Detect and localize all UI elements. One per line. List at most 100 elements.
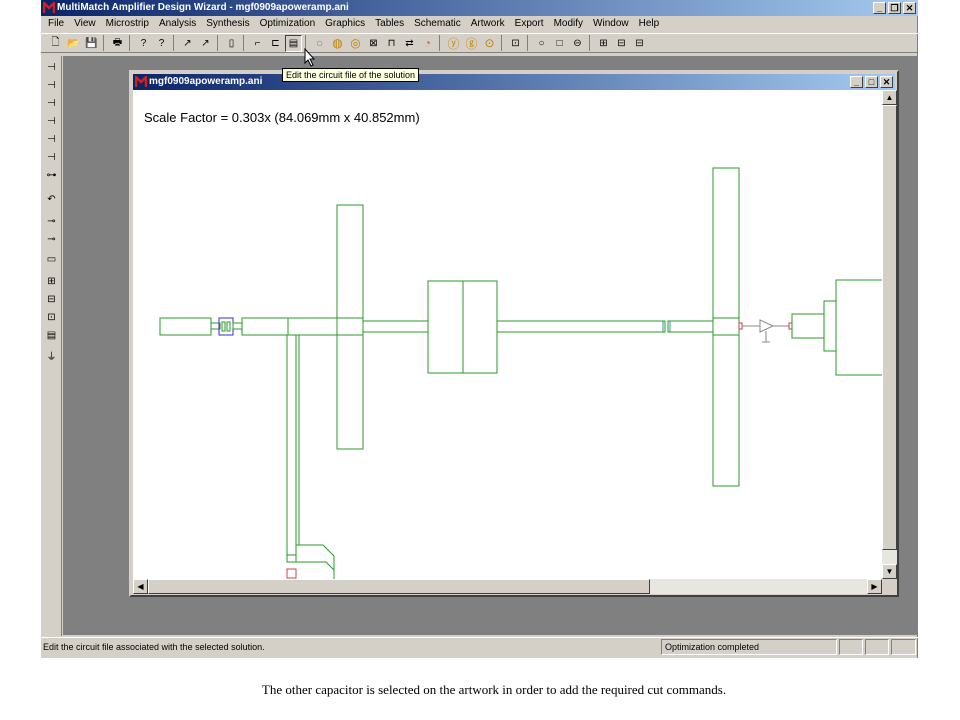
restore-button[interactable]: ❐	[888, 2, 901, 14]
transistor-right[interactable]	[462, 280, 498, 374]
radial-stub-icon[interactable]: ⊣	[43, 132, 60, 148]
gain-circle-icon[interactable]: ◍	[329, 35, 346, 52]
menu-modify[interactable]: Modify	[549, 17, 588, 31]
main-line-1[interactable]	[241, 317, 364, 336]
menu-optimization[interactable]: Optimization	[255, 17, 321, 31]
menu-bar: File View Microstrip Analysis Synthesis …	[41, 16, 918, 32]
menu-help[interactable]: Help	[634, 17, 665, 31]
line-2[interactable]	[362, 320, 429, 333]
bias-bend[interactable]	[286, 555, 335, 579]
horizontal-scroll-thumb[interactable]	[148, 579, 650, 594]
square-node-icon[interactable]: □	[551, 35, 568, 52]
open-stub-1[interactable]	[336, 204, 364, 450]
stability-icon[interactable]: ⊠	[365, 35, 382, 52]
layout-icon[interactable]: ⊡	[507, 35, 524, 52]
child-minimize-button[interactable]: _	[850, 76, 863, 88]
ground-icon[interactable]: ⏚	[43, 350, 60, 366]
vertical-scrollbar[interactable]: ▲ ▼	[882, 90, 897, 579]
scroll-down-icon[interactable]: ▼	[882, 564, 897, 579]
load-line[interactable]	[791, 313, 825, 339]
cap-connector[interactable]	[232, 322, 243, 330]
child-close-button[interactable]: ✕	[880, 76, 893, 88]
undo-icon[interactable]: ↶	[43, 192, 60, 208]
bias-line-side[interactable]	[295, 334, 300, 546]
via-icon[interactable]	[286, 568, 297, 579]
round-node-icon[interactable]: ○	[533, 35, 550, 52]
element-properties-icon[interactable]: ⊡	[43, 310, 60, 326]
components-icon[interactable]: ⊞	[595, 35, 612, 52]
output-line-2[interactable]	[667, 320, 714, 333]
menu-artwork[interactable]: Artwork	[466, 17, 510, 31]
print-icon[interactable]: 🖶	[109, 35, 126, 52]
menu-export[interactable]: Export	[510, 17, 549, 31]
library-icon[interactable]: ⊟	[613, 35, 630, 52]
tee-junction-icon[interactable]: ⊣	[43, 150, 60, 166]
circle-dot-icon[interactable]: ⊙	[481, 35, 498, 52]
save-icon[interactable]: 💾	[83, 35, 100, 52]
app-title-bar[interactable]: MultiMatch Amplifier Design Wizard - mgf…	[41, 0, 918, 16]
menu-tables[interactable]: Tables	[370, 17, 409, 31]
artwork-canvas[interactable]: Scale Factor = 0.303x (84.069mm x 40.852…	[133, 90, 882, 579]
child-title-bar[interactable]: mgf0909apoweramp.ani _ □ ✕	[133, 74, 895, 90]
menu-window[interactable]: Window	[588, 17, 634, 31]
menu-file[interactable]: File	[43, 17, 69, 31]
new-file-icon[interactable]: 🗋	[47, 35, 64, 52]
element-list-icon[interactable]: ▤	[43, 328, 60, 344]
series-line-icon[interactable]: ⊣	[43, 60, 60, 76]
menu-graphics[interactable]: Graphics	[320, 17, 370, 31]
scroll-left-icon[interactable]: ◀	[133, 579, 148, 594]
optimize-icon[interactable]: ↗	[197, 35, 214, 52]
shunt-line-icon[interactable]: ⊣	[43, 78, 60, 94]
series-cap-icon[interactable]: ⊶	[43, 168, 60, 184]
transistor-left[interactable]	[427, 280, 464, 374]
horizontal-scrollbar[interactable]: ◀ ▶	[133, 579, 882, 594]
polar-plot-icon[interactable]: ◔	[419, 35, 436, 52]
circle-g-icon[interactable]: ⓖ	[463, 35, 480, 52]
vertical-scroll-thumb[interactable]	[882, 105, 897, 550]
resistor-icon[interactable]: ⊸	[43, 214, 60, 230]
menu-synthesis[interactable]: Synthesis	[201, 17, 254, 31]
menu-view[interactable]: View	[69, 17, 101, 31]
circle-y-icon[interactable]: ⓨ	[445, 35, 462, 52]
menu-analysis[interactable]: Analysis	[154, 17, 201, 31]
plot-icon[interactable]: ⊓	[383, 35, 400, 52]
close-button[interactable]: ✕	[903, 2, 916, 14]
schematic-icon[interactable]: ⌐	[249, 35, 266, 52]
capacitor-symbol-icon[interactable]	[759, 319, 775, 333]
input-line[interactable]	[159, 317, 212, 336]
capacitor-plate-b	[226, 321, 231, 332]
open-stub-2[interactable]	[712, 167, 740, 487]
menu-microstrip[interactable]: Microstrip	[101, 17, 154, 31]
load-block[interactable]	[835, 279, 882, 376]
artwork-icon[interactable]: ⊏	[267, 35, 284, 52]
output-line[interactable]	[496, 320, 666, 333]
add-element-icon[interactable]: ⊞	[43, 274, 60, 290]
minimize-button[interactable]: _	[873, 2, 886, 14]
selected-capacitor[interactable]	[218, 317, 234, 336]
inductor-icon[interactable]: ⊸	[43, 232, 60, 248]
context-help-icon[interactable]: ?	[153, 35, 170, 52]
rectangle-icon[interactable]: ▭	[43, 252, 60, 268]
analysis-icon[interactable]: ▯	[223, 35, 240, 52]
scroll-right-icon[interactable]: ▶	[867, 579, 882, 594]
short-stub-icon[interactable]: ⊣	[43, 114, 60, 130]
output-pad[interactable]	[738, 322, 743, 330]
remove-element-icon[interactable]: ⊟	[43, 292, 60, 308]
tune-icon[interactable]: ⇄	[401, 35, 418, 52]
noise-circle-icon[interactable]: ◎	[347, 35, 364, 52]
help-icon[interactable]: ?	[135, 35, 152, 52]
artwork-child-window: mgf0909apoweramp.ani _ □ ✕ Scale Factor …	[129, 70, 899, 597]
load-step[interactable]	[823, 300, 837, 352]
open-folder-icon[interactable]: 📂	[65, 35, 82, 52]
open-stub-icon[interactable]: ⊣	[43, 96, 60, 112]
scroll-up-icon[interactable]: ▲	[882, 90, 897, 105]
bias-pad[interactable]	[286, 554, 297, 563]
stub-2-junction[interactable]	[712, 317, 740, 336]
edit-circuit-file-icon[interactable]: ▤	[285, 34, 302, 52]
library-edit-icon[interactable]: ⊟	[631, 35, 648, 52]
minus-node-icon[interactable]: ⊖	[569, 35, 586, 52]
child-maximize-button[interactable]: □	[865, 76, 878, 88]
synthesis-icon[interactable]: ↗	[179, 35, 196, 52]
menu-schematic[interactable]: Schematic	[409, 17, 466, 31]
bias-line[interactable]	[286, 334, 297, 556]
